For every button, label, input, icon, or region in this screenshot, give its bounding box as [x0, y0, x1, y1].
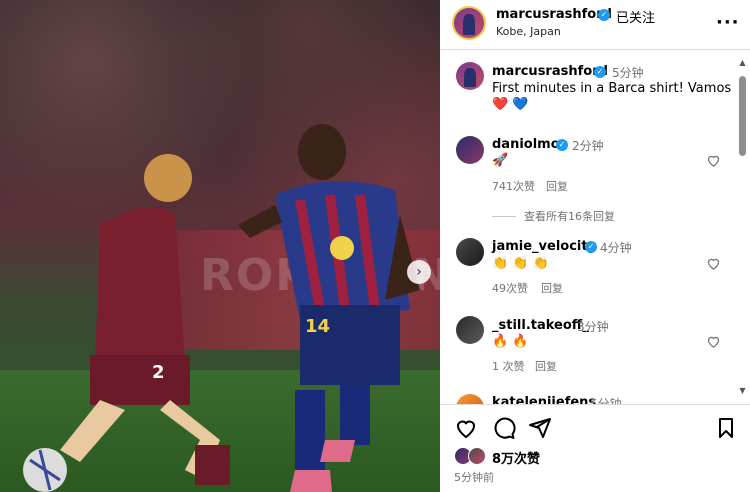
comment-icon[interactable] [492, 416, 516, 440]
comment-text: 🔥 🔥 [492, 334, 529, 349]
comment-reply-button[interactable]: 回复 [546, 178, 568, 194]
instagram-post-view: ROKUTEN 2 14 [0, 0, 750, 492]
more-dots-icon[interactable]: ··· [716, 12, 740, 33]
player-right: 14 [238, 124, 420, 492]
post-location[interactable]: Kobe, Japan [496, 25, 561, 38]
comment-time: 3分钟 [577, 320, 609, 334]
post-header: marcusrashford ✓ 已关注 Kobe, Japan ··· [440, 0, 750, 50]
comment-partial: katelenjiefens 5分钟 [440, 392, 737, 404]
view-all-replies-label: 查看所有16条回复 [524, 210, 615, 223]
caption-text: First minutes in a Barca shirt! Vamos [492, 81, 732, 96]
bookmark-icon[interactable] [714, 416, 738, 440]
liker-avatar[interactable] [468, 447, 486, 465]
carousel-next-icon[interactable]: › [407, 260, 431, 284]
verified-icon: ✓ [585, 241, 597, 253]
comment-reply-button[interactable]: 回复 [541, 280, 563, 296]
comment-time: 5分钟 [590, 397, 622, 404]
verified-icon: ✓ [556, 139, 568, 151]
scroll-thumb[interactable] [739, 76, 746, 156]
comment-avatar[interactable] [456, 394, 484, 404]
comment-username[interactable]: _still.takeoff_ [492, 318, 589, 333]
comment-username[interactable]: jamie_velocity [492, 239, 596, 254]
comment-text: 👏 👏 👏 [492, 256, 549, 271]
comments-scrollbar[interactable]: ▲ ▼ [737, 58, 748, 398]
post-timestamp: 5分钟前 [454, 471, 494, 484]
comment-heart-icon[interactable] [706, 256, 721, 271]
post-actions: 8万次赞 5分钟前 [440, 404, 750, 492]
follow-status[interactable]: 已关注 [616, 7, 655, 26]
comment-heart-icon[interactable] [706, 153, 721, 168]
verified-icon: ✓ [594, 66, 606, 78]
comment-likes[interactable]: 741次赞 [492, 178, 535, 194]
comment-reply-button[interactable]: 回复 [535, 358, 557, 374]
caption-emoji: ❤️ 💙 [492, 97, 529, 112]
caption-time: 5分钟 [612, 66, 644, 80]
like-count[interactable]: 8万次赞 [492, 448, 540, 467]
comment-likes[interactable]: 49次赞 [492, 280, 528, 296]
comment-time: 4分钟 [600, 241, 632, 255]
author-avatar[interactable] [452, 6, 486, 40]
comment-avatar[interactable] [456, 316, 484, 344]
caption-username[interactable]: marcusrashford [492, 64, 608, 79]
caption-avatar[interactable] [456, 62, 484, 90]
svg-text:14: 14 [305, 316, 330, 337]
photo-players: 2 14 [23, 124, 420, 492]
comment-avatar[interactable] [456, 136, 484, 164]
author-username[interactable]: marcusrashford [496, 7, 612, 22]
comment-username[interactable]: katelenjiefens [492, 395, 596, 404]
heart-icon[interactable] [454, 416, 478, 440]
comment-username[interactable]: daniolmo [492, 137, 560, 152]
comment-time: 2分钟 [572, 139, 604, 153]
post-photo[interactable]: ROKUTEN 2 14 [0, 0, 440, 492]
player-left: 2 [23, 154, 230, 492]
share-icon[interactable] [528, 416, 552, 440]
verified-icon: ✓ [598, 9, 610, 21]
comment-text: 🚀 [492, 153, 509, 168]
scroll-down-icon[interactable]: ▼ [738, 386, 747, 395]
view-all-replies-button[interactable]: 查看所有16条回复 [492, 208, 615, 224]
comment-likes[interactable]: 1 次赞 [492, 358, 525, 374]
post-sidebar: marcusrashford ✓ 已关注 Kobe, Japan ··· mar… [440, 0, 750, 492]
scroll-up-icon[interactable]: ▲ [738, 58, 747, 67]
comment-avatar[interactable] [456, 238, 484, 266]
comment-heart-icon[interactable] [706, 334, 721, 349]
svg-text:2: 2 [152, 362, 165, 383]
